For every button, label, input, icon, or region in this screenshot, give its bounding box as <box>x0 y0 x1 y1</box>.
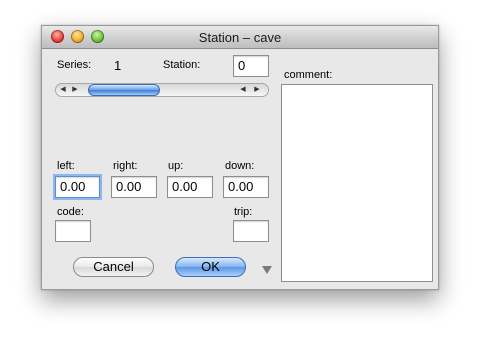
station-dialog: Station – cave Series: 1 Station: 0 comm… <box>41 25 439 290</box>
up-label: up: <box>168 160 184 172</box>
left-label: left: <box>57 160 75 172</box>
scroll-right-arrow-icon[interactable]: ▶ <box>69 84 81 96</box>
series-value: 1 <box>114 58 122 73</box>
scroll-left-arrow-icon[interactable]: ◀ <box>237 84 249 96</box>
station-scrollbar[interactable]: ◀ ▶ ◀ ▶ <box>55 83 269 97</box>
scroll-thumb[interactable] <box>88 84 160 96</box>
scroll-right-arrow-icon[interactable]: ▶ <box>251 84 263 96</box>
station-label: Station: <box>163 59 201 71</box>
comment-label: comment: <box>284 69 333 81</box>
comment-textarea[interactable] <box>281 84 433 282</box>
up-field[interactable]: 0.00 <box>167 176 213 198</box>
right-label: right: <box>113 160 138 172</box>
trip-label: trip: <box>234 206 253 218</box>
scroll-left-arrow-icon[interactable]: ◀ <box>57 84 69 96</box>
station-field[interactable]: 0 <box>233 55 269 77</box>
cancel-button[interactable]: Cancel <box>73 257 154 277</box>
trip-field[interactable] <box>233 220 269 242</box>
code-field[interactable] <box>55 220 91 242</box>
right-field[interactable]: 0.00 <box>111 176 157 198</box>
title-bar[interactable]: Station – cave <box>42 26 438 49</box>
ok-button[interactable]: OK <box>175 257 246 277</box>
disclosure-triangle-icon[interactable] <box>262 266 272 274</box>
left-field[interactable]: 0.00 <box>55 176 100 198</box>
down-label: down: <box>225 160 255 172</box>
window-title: Station – cave <box>198 30 282 45</box>
code-label: code: <box>57 206 84 218</box>
series-label: Series: <box>57 59 92 71</box>
down-field[interactable]: 0.00 <box>223 176 269 198</box>
